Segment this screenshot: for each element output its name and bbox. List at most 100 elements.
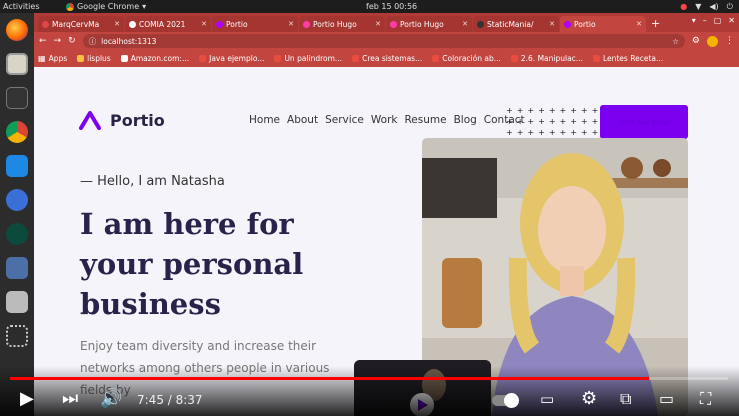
address-bar-row: ← → ↻ ⓘ localhost:1313 ☆ ⚙ ⋮	[34, 32, 739, 50]
app-icon[interactable]	[6, 189, 28, 211]
tab-label: MarqCervMa	[52, 19, 100, 29]
bookmark-item[interactable]: Java ejemplo...	[199, 54, 264, 63]
browser-tab[interactable]: Portio Hugo ✕	[386, 16, 472, 32]
browser-tab[interactable]: COMIA 2021 ✕	[125, 16, 211, 32]
hire-me-button[interactable]: Hire Me Now	[600, 105, 688, 139]
close-icon[interactable]: ✕	[114, 20, 120, 28]
web-page: Portio Home About Service Work Resume Bl…	[34, 67, 739, 416]
reload-icon[interactable]: ↻	[68, 36, 76, 46]
browser-tab[interactable]: StaticMania/ ✕	[473, 16, 559, 32]
maximize-icon[interactable]: ▢	[714, 16, 722, 25]
site-logo[interactable]: Portio	[79, 111, 165, 130]
theater-mode-icon[interactable]: ▭	[659, 389, 674, 409]
browser-window: MarqCervMa ✕ COMIA 2021 ✕ Portio ✕ Portio H…	[34, 13, 739, 416]
progress-fill	[10, 377, 650, 380]
nav-blog[interactable]: Blog	[454, 114, 477, 126]
terminal-icon[interactable]	[6, 87, 28, 109]
activities-button[interactable]: Activities	[3, 2, 40, 11]
bookmark-item[interactable]: Un palindrom...	[274, 54, 342, 63]
settings-icon[interactable]: ⚙	[581, 389, 597, 409]
menu-icon[interactable]: ⋮	[725, 36, 734, 46]
bookmark-item[interactable]: Crea sistemas...	[352, 54, 422, 63]
tab-favicon	[477, 20, 484, 28]
close-window-icon[interactable]: ✕	[728, 16, 735, 25]
tab-label: Portio	[574, 19, 596, 29]
bookmark-favicon	[274, 55, 282, 62]
tab-search-icon[interactable]: ▾	[692, 16, 696, 25]
nav-about[interactable]: About	[287, 114, 318, 126]
tab-favicon	[42, 20, 49, 28]
bookmark-item[interactable]: 2.6. Manipulac...	[510, 54, 583, 63]
play-icon[interactable]: ▶	[20, 389, 34, 409]
nav-resume[interactable]: Resume	[404, 114, 446, 126]
bookmark-favicon	[432, 55, 440, 62]
avatar[interactable]	[707, 35, 718, 47]
clock[interactable]: feb 15 00:56	[366, 2, 417, 11]
new-tab-button[interactable]: +	[651, 16, 660, 32]
miniplayer-icon[interactable]: ⧉	[620, 389, 631, 409]
url-text: localhost:1313	[101, 36, 157, 46]
bookmark-item[interactable]: Coloración ab...	[432, 54, 501, 63]
close-icon[interactable]: ✕	[375, 20, 381, 28]
star-icon[interactable]: ☆	[672, 37, 679, 46]
info-icon[interactable]: ⓘ	[89, 36, 97, 47]
bookmark-label: lisplus	[87, 54, 111, 63]
disk-icon[interactable]	[6, 291, 28, 313]
settings-app-icon[interactable]	[6, 257, 28, 279]
bookmark-item[interactable]: ▦ Apps	[38, 54, 67, 63]
chrome-icon[interactable]	[6, 121, 28, 143]
vscode-icon[interactable]	[6, 155, 28, 177]
headline-line: I am here for	[80, 207, 294, 241]
bookmark-label: Lentes Receta...	[602, 54, 664, 63]
nav-service[interactable]: Service	[325, 114, 364, 126]
tab-label: COMIA 2021	[139, 19, 186, 29]
browser-tab-active[interactable]: Portio ✕	[560, 16, 646, 32]
time-display: 7:45 / 8:37	[137, 393, 203, 407]
tab-favicon	[564, 20, 571, 28]
site-nav: Home About Service Work Resume Blog Cont…	[249, 114, 525, 126]
nav-work[interactable]: Work	[371, 114, 398, 126]
extension-icon[interactable]: ⚙	[692, 36, 700, 46]
tab-label: Portio Hugo	[313, 19, 357, 29]
browser-tab[interactable]: Portio ✕	[212, 16, 298, 32]
fullscreen-icon[interactable]: ⛶	[700, 389, 711, 409]
bookmark-label: Apps	[48, 54, 68, 63]
bookmark-favicon	[77, 55, 85, 62]
files-icon[interactable]	[6, 53, 28, 75]
progress-bar[interactable]	[10, 377, 728, 380]
autoplay-toggle-icon[interactable]	[492, 391, 519, 411]
app-menu[interactable]: Google Chrome ▾	[66, 2, 146, 11]
tab-favicon	[129, 20, 136, 28]
bookmark-item[interactable]: Lentes Receta...	[592, 54, 664, 63]
bookmark-label: Java ejemplo...	[209, 54, 265, 63]
browser-tab[interactable]: Portio Hugo ✕	[299, 16, 385, 32]
back-icon[interactable]: ←	[39, 36, 47, 46]
gitkraken-icon[interactable]	[6, 223, 28, 245]
close-icon[interactable]: ✕	[636, 20, 642, 28]
browser-tab[interactable]: MarqCervMa ✕	[38, 16, 124, 32]
close-icon[interactable]: ✕	[462, 20, 468, 28]
bookmark-favicon	[199, 55, 207, 62]
close-icon[interactable]: ✕	[549, 20, 555, 28]
bookmark-item[interactable]: Amazon.com:...	[120, 54, 189, 63]
volume-icon[interactable]: 🔊	[100, 389, 122, 409]
firefox-icon[interactable]	[6, 19, 28, 41]
nav-home[interactable]: Home	[249, 114, 280, 126]
close-icon[interactable]: ✕	[288, 20, 294, 28]
forward-icon[interactable]: →	[54, 36, 62, 46]
show-apps-icon[interactable]	[6, 325, 28, 347]
system-top-bar: Activities Google Chrome ▾ feb 15 00:56 …	[0, 0, 739, 13]
subtitles-icon[interactable]: ▭	[540, 389, 554, 409]
greeting-text: — Hello, I am Natasha	[80, 174, 225, 189]
portio-logo-icon	[79, 111, 101, 130]
chevron-down-icon: ▾	[142, 2, 147, 11]
url-field[interactable]: ⓘ localhost:1313 ☆	[82, 34, 685, 48]
screen: Activities Google Chrome ▾ feb 15 00:56 …	[0, 0, 739, 416]
bookmark-label: Un palindrom...	[284, 54, 343, 63]
minimize-icon[interactable]: –	[703, 16, 707, 25]
next-icon[interactable]: ⏭	[62, 389, 78, 409]
bookmark-item[interactable]: lisplus	[77, 54, 111, 63]
tab-favicon	[390, 20, 397, 28]
system-tray[interactable]: ● ▼ ◀) ⏻	[680, 2, 733, 12]
close-icon[interactable]: ✕	[201, 20, 207, 28]
